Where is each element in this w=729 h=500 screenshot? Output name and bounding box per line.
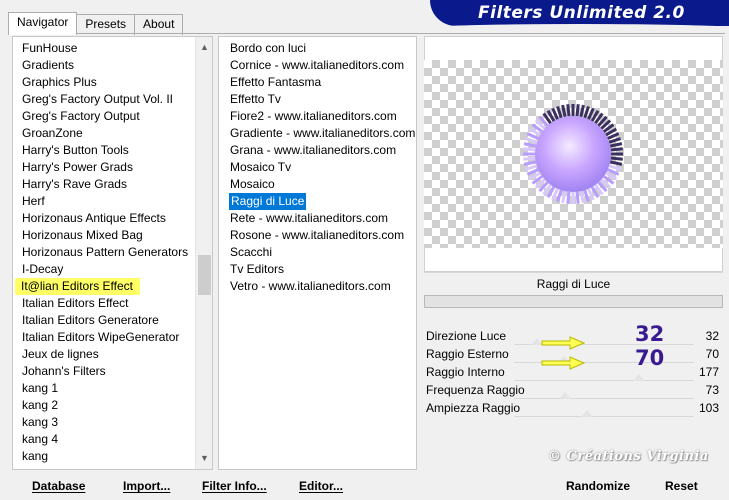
category-item[interactable]: kang [13,448,212,465]
filter-item[interactable]: Bordo con luci [219,40,416,57]
annotation-arrow-icon [541,336,586,350]
category-item[interactable]: Herf [13,193,212,210]
category-item[interactable]: Johann's Filters [13,363,212,380]
category-item[interactable]: Italian Editors Effect [13,295,212,312]
category-item[interactable]: Jeux de lignes [13,346,212,363]
scrollbar-thumb[interactable] [198,255,211,295]
tab-presets[interactable]: Presets [76,14,136,35]
category-item[interactable]: Harry's Button Tools [13,142,212,159]
param-slider-thumb[interactable] [581,410,593,417]
param-value: 103 [698,401,719,415]
filter-item[interactable]: Scacchi [219,244,416,261]
filter-item[interactable]: Raggi di Luce [229,193,307,210]
category-item[interactable]: GroanZone [13,125,212,142]
param-label: Raggio Interno [426,365,505,379]
param-label: Ampiezza Raggio [426,401,521,415]
tab-divider [8,33,725,34]
window-title: Filters Unlimited 2.0 [478,3,685,23]
filter-item[interactable]: Effetto Fantasma [219,74,416,91]
filter-title: Raggi di Luce [424,272,723,294]
filter-item[interactable]: Mosaico [219,176,416,193]
category-item[interactable]: Graphics Plus [13,74,212,91]
param-value: 32 [705,329,719,343]
filter-info-button[interactable]: Filter Info... [202,476,267,496]
preview-image [523,104,623,204]
filter-item[interactable]: Effetto Tv [219,91,416,108]
scroll-up-icon[interactable]: ▲ [196,39,212,56]
filter-item[interactable]: Grana - www.italianeditors.com [219,142,416,159]
category-item[interactable]: Horizonaus Pattern Generators [13,244,212,261]
filter-item[interactable]: Tv Editors [219,261,416,278]
filter-item[interactable]: Mosaico Tv [219,159,416,176]
param-slider-thumb[interactable] [633,374,645,381]
filter-item[interactable]: Cornice - www.italianeditors.com [219,57,416,74]
category-item[interactable]: It@lian Editors Effect [15,278,141,295]
randomize-button[interactable]: Randomize [566,476,630,496]
param-slider[interactable] [514,416,694,417]
scroll-down-icon[interactable]: ▼ [196,450,212,467]
category-item[interactable]: Harry's Power Grads [13,159,212,176]
param-value: 177 [698,365,719,379]
filter-item[interactable]: Gradiente - www.italianeditors.com [219,125,416,142]
annotation-arrow-icon [541,356,586,370]
category-item[interactable]: Italian Editors Generatore [13,312,212,329]
filter-item[interactable]: Vetro - www.italianeditors.com [219,278,416,295]
import-button[interactable]: Import... [123,476,170,496]
tab-navigator[interactable]: Navigator [8,12,78,35]
param-row[interactable]: Frequenza Raggio 73 [424,381,723,399]
category-scrollbar[interactable]: ▲ ▼ [195,37,212,469]
tab-bar: Navigator Presets About [8,12,184,35]
tab-about[interactable]: About [134,14,184,35]
category-item[interactable]: FunHouse [13,40,212,57]
category-list[interactable]: FunHouse Gradients Graphics Plus Greg's Fac… [12,36,213,470]
preview-canvas [424,60,723,248]
annotation-value-1: 32 [635,322,665,346]
category-item[interactable]: kang 4 [13,431,212,448]
filter-item[interactable]: Rete - www.italianeditors.com [219,210,416,227]
filter-item[interactable]: Rosone - www.italianeditors.com [219,227,416,244]
param-label: Direzione Luce [426,329,507,343]
param-label: Raggio Esterno [426,347,509,361]
category-item[interactable]: kang 3 [13,414,212,431]
filter-item[interactable]: Fiore2 - www.italianeditors.com [219,108,416,125]
database-button[interactable]: Database [32,476,85,496]
reset-button[interactable]: Reset [665,476,698,496]
param-slider-thumb[interactable] [559,392,571,399]
filter-progress-bar [424,295,723,308]
param-value: 73 [705,383,719,397]
category-item[interactable]: kang 1 [13,380,212,397]
watermark: © Créations Virginia [548,449,709,464]
editor-button[interactable]: Editor... [299,476,343,496]
category-item[interactable]: I-Decay [13,261,212,278]
category-item[interactable]: Horizonaus Mixed Bag [13,227,212,244]
category-item[interactable]: Harry's Rave Grads [13,176,212,193]
param-value: 70 [705,347,719,361]
title-banner: Filters Unlimited 2.0 [430,0,729,26]
category-item[interactable]: Greg's Factory Output Vol. II [13,91,212,108]
filter-list[interactable]: Bordo con luci Cornice - www.italianedito… [218,36,417,470]
param-row[interactable]: Ampiezza Raggio 103 [424,399,723,417]
param-label: Frequenza Raggio [426,383,525,397]
annotation-value-2: 70 [635,346,665,370]
category-item[interactable]: Greg's Factory Output [13,108,212,125]
category-item[interactable]: Gradients [13,57,212,74]
category-item[interactable]: kang 2 [13,397,212,414]
category-item[interactable]: Italian Editors WipeGenerator [13,329,212,346]
category-item[interactable]: Horizonaus Antique Effects [13,210,212,227]
